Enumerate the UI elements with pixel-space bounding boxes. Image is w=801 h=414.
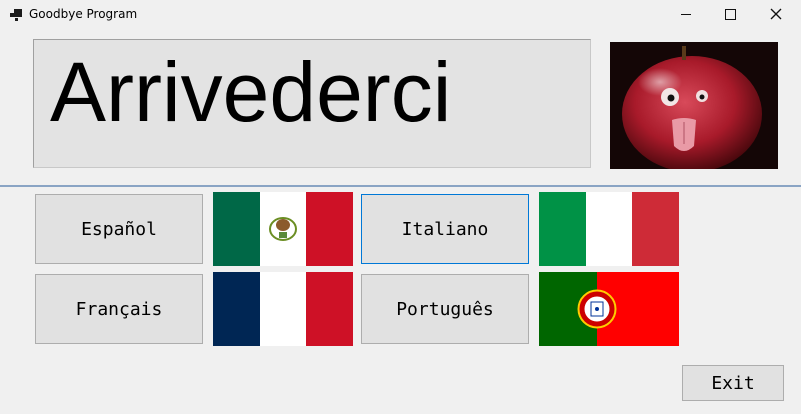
italy-flag (539, 192, 679, 266)
minimize-button[interactable] (663, 0, 708, 30)
minimize-icon (681, 14, 691, 15)
francais-button[interactable]: Français (35, 274, 203, 344)
window-title: Goodbye Program (29, 7, 138, 21)
title-bar: Goodbye Program (0, 0, 801, 30)
goodbye-word: Arrivederci (50, 45, 452, 139)
france-flag (213, 272, 353, 346)
close-icon (770, 8, 782, 20)
app-icon (10, 9, 22, 21)
maximize-button[interactable] (708, 0, 753, 30)
mexico-flag (213, 192, 353, 266)
goodbye-word-display: Arrivederci (33, 39, 591, 168)
maximize-icon (725, 9, 736, 20)
portugues-button[interactable]: Português (361, 274, 529, 344)
italiano-button[interactable]: Italiano (361, 194, 529, 264)
close-button[interactable] (753, 0, 798, 30)
espanol-button[interactable]: Español (35, 194, 203, 264)
apple-face-photo (610, 42, 778, 169)
portugal-flag (539, 272, 679, 346)
exit-button[interactable]: Exit (682, 365, 784, 401)
separator (0, 185, 801, 187)
